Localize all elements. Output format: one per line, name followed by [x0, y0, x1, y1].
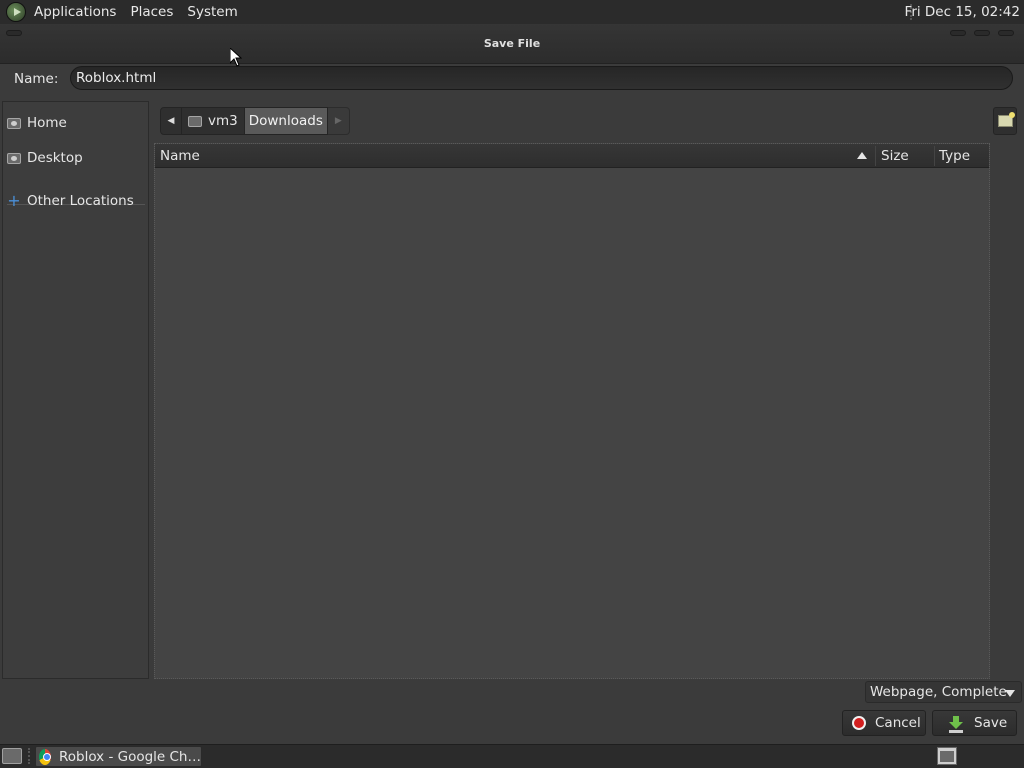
column-header-name[interactable]: Name — [160, 148, 200, 164]
taskbar-item-chrome[interactable]: Roblox - Google Ch… — [35, 746, 202, 767]
sidebar-item-label: Desktop — [27, 150, 83, 166]
cancel-button-label: Cancel — [875, 715, 921, 731]
plus-icon: + — [7, 191, 21, 210]
column-header-type[interactable]: Type — [939, 148, 970, 164]
path-forward-button[interactable]: ▶ — [327, 107, 350, 135]
filter-selected-value: Webpage, Complete — [870, 684, 1007, 700]
bottom-taskbar: Roblox - Google Ch… — [0, 744, 1024, 768]
file-list-scroll-area — [990, 143, 1020, 679]
cancel-button[interactable]: Cancel — [842, 710, 926, 736]
chevron-down-icon — [1005, 690, 1015, 697]
menu-places[interactable]: Places — [130, 4, 173, 20]
top-panel: Applications Places System Fri Dec 15, 0… — [0, 0, 1024, 24]
sort-ascending-icon[interactable] — [857, 152, 867, 159]
chevron-left-icon: ◀ — [167, 116, 175, 126]
window-menu-button[interactable] — [6, 30, 22, 36]
system-logo-icon[interactable] — [6, 2, 26, 22]
taskbar-grip — [28, 748, 30, 764]
sidebar-item-label: Home — [27, 115, 67, 131]
menu-system[interactable]: System — [187, 4, 237, 20]
menu-applications[interactable]: Applications — [34, 4, 116, 20]
workspace-switcher-icon[interactable] — [937, 747, 957, 765]
path-back-button[interactable]: ◀ — [160, 107, 182, 135]
home-folder-icon — [7, 117, 21, 129]
path-segment-label: vm3 — [208, 113, 238, 129]
desktop-folder-icon — [7, 152, 21, 164]
window-titlebar[interactable]: Save File — [0, 24, 1024, 64]
chrome-icon — [39, 748, 51, 765]
create-folder-button[interactable] — [993, 107, 1017, 135]
sidebar-item-home[interactable]: Home — [7, 112, 67, 134]
file-list-header: Name Size Type — [155, 144, 989, 168]
save-file-dialog: Save File Name: Home Desktop + Other Loc… — [0, 24, 1024, 744]
column-header-size[interactable]: Size — [881, 148, 909, 164]
sidebar-item-other-locations[interactable]: + Other Locations — [7, 190, 134, 212]
path-segment-downloads[interactable]: Downloads — [244, 107, 328, 135]
path-segment-label: Downloads — [248, 113, 323, 129]
sidebar-item-desktop[interactable]: Desktop — [7, 147, 83, 169]
column-separator[interactable] — [934, 146, 935, 166]
clock[interactable]: Fri Dec 15, 02:42 — [905, 4, 1020, 20]
window-title: Save File — [483, 37, 541, 50]
maximize-button[interactable] — [974, 30, 990, 36]
name-label: Name: — [14, 71, 59, 87]
name-row: Name: — [0, 64, 1024, 100]
chevron-right-icon: ▶ — [334, 116, 342, 126]
close-button[interactable] — [998, 30, 1014, 36]
taskbar-item-label: Roblox - Google Ch… — [58, 748, 201, 765]
home-folder-icon — [188, 115, 202, 127]
new-folder-icon — [997, 112, 1015, 127]
file-type-filter-dropdown[interactable]: Webpage, Complete — [865, 681, 1022, 703]
download-tray-icon — [949, 730, 963, 733]
filename-input[interactable] — [70, 66, 1013, 90]
save-button-label: Save — [974, 715, 1008, 731]
download-arrow-icon — [949, 716, 963, 730]
path-segment-vm3[interactable]: vm3 — [182, 107, 245, 135]
file-list[interactable]: Name Size Type — [154, 143, 990, 679]
places-sidebar: Home Desktop + Other Locations — [2, 101, 149, 679]
column-separator[interactable] — [875, 146, 876, 166]
cancel-icon — [852, 716, 866, 730]
show-desktop-icon[interactable] — [2, 748, 22, 764]
sidebar-item-label: Other Locations — [27, 193, 134, 209]
minimize-button[interactable] — [950, 30, 966, 36]
path-bar: ◀ vm3 Downloads ▶ — [160, 107, 350, 135]
save-button[interactable]: Save — [932, 710, 1017, 736]
